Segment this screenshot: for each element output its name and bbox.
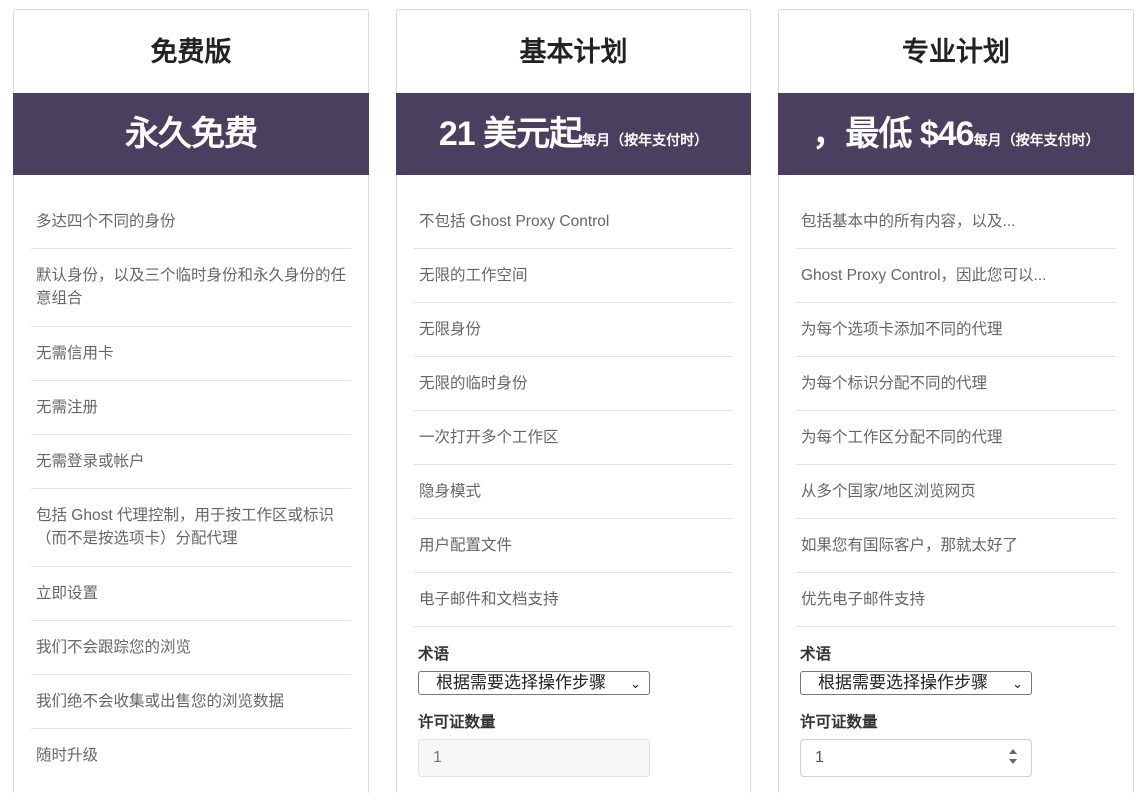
feature-item: 无需登录或帐户 bbox=[31, 435, 351, 489]
feature-item: 如果您有国际客户，那就太好了 bbox=[796, 519, 1116, 573]
term-select[interactable]: 根据需要选择操作步骤 ⌄ bbox=[800, 671, 1032, 695]
feature-list: 多达四个不同的身份 默认身份，以及三个临时身份和永久身份的任意组合 无需信用卡 … bbox=[14, 195, 368, 782]
feature-item: 隐身模式 bbox=[414, 465, 733, 519]
plan-card-free: 免费版 永久免费 多达四个不同的身份 默认身份，以及三个临时身份和永久身份的任意… bbox=[13, 9, 369, 793]
term-select-value: 根据需要选择操作步骤 bbox=[818, 673, 988, 692]
price-band: ，最低 $46每月（按年支付时） bbox=[778, 93, 1134, 175]
quantity-input[interactable]: 1 bbox=[418, 739, 650, 777]
term-field: 术语 根据需要选择操作步骤 ⌄ 许可证数量 1 bbox=[779, 645, 1133, 777]
quantity-label: 许可证数量 bbox=[418, 714, 496, 731]
price-main: 永久免费 bbox=[125, 115, 258, 153]
feature-item: 无限的工作空间 bbox=[414, 249, 733, 303]
feature-item: 无需信用卡 bbox=[31, 327, 351, 381]
feature-item: 为每个工作区分配不同的代理 bbox=[796, 411, 1116, 465]
plan-title: 基本计划 bbox=[519, 37, 628, 67]
feature-item: 我们绝不会收集或出售您的浏览数据 bbox=[31, 675, 351, 729]
term-select-value: 根据需要选择操作步骤 bbox=[436, 673, 606, 692]
price-period: 每月（按年支付时） bbox=[582, 132, 709, 148]
plan-title: 免费版 bbox=[150, 37, 232, 67]
feature-item: 从多个国家/地区浏览网页 bbox=[796, 465, 1116, 519]
pricing-plans: 免费版 永久免费 多达四个不同的身份 默认身份，以及三个临时身份和永久身份的任意… bbox=[0, 0, 1142, 793]
term-field: 术语 根据需要选择操作步骤 ⌄ 许可证数量 1 bbox=[397, 645, 750, 777]
quantity-input[interactable]: 1 bbox=[800, 739, 1032, 777]
quantity-stepper[interactable] bbox=[1009, 749, 1019, 769]
feature-list: 不包括 Ghost Proxy Control 无限的工作空间 无限身份 无限的… bbox=[397, 195, 750, 627]
feature-item: 多达四个不同的身份 bbox=[31, 195, 351, 249]
quantity-value: 1 bbox=[433, 749, 442, 766]
stepper-up-icon[interactable] bbox=[1009, 749, 1017, 754]
feature-item: 我们不会跟踪您的浏览 bbox=[31, 621, 351, 675]
feature-item: 用户配置文件 bbox=[414, 519, 733, 573]
feature-item: 一次打开多个工作区 bbox=[414, 411, 733, 465]
feature-item: 为每个选项卡添加不同的代理 bbox=[796, 303, 1116, 357]
feature-item: 为每个标识分配不同的代理 bbox=[796, 357, 1116, 411]
feature-list: 包括基本中的所有内容，以及... Ghost Proxy Control，因此您… bbox=[779, 195, 1133, 627]
feature-item: 无限身份 bbox=[414, 303, 733, 357]
plan-card-pro: 专业计划 ，最低 $46每月（按年支付时） 包括基本中的所有内容，以及... G… bbox=[778, 9, 1134, 793]
quantity-value: 1 bbox=[815, 749, 824, 766]
price-main: ，最低 $46 bbox=[812, 115, 974, 153]
stepper-down-icon[interactable] bbox=[1009, 759, 1017, 764]
feature-item: 无需注册 bbox=[31, 381, 351, 435]
feature-item: 不包括 Ghost Proxy Control bbox=[414, 195, 733, 249]
feature-item: 优先电子邮件支持 bbox=[796, 573, 1116, 627]
price-period: 每月（按年支付时） bbox=[973, 132, 1100, 148]
feature-item: 包括基本中的所有内容，以及... bbox=[796, 195, 1116, 249]
chevron-down-icon: ⌄ bbox=[1012, 676, 1023, 691]
term-label: 术语 bbox=[418, 646, 450, 663]
price-band: 21 美元起每月（按年支付时） bbox=[396, 93, 751, 175]
chevron-down-icon: ⌄ bbox=[630, 676, 641, 691]
plan-title: 专业计划 bbox=[902, 37, 1010, 67]
feature-item: 电子邮件和文档支持 bbox=[414, 573, 733, 627]
feature-item: 立即设置 bbox=[31, 567, 351, 621]
term-select[interactable]: 根据需要选择操作步骤 ⌄ bbox=[418, 671, 650, 695]
term-label: 术语 bbox=[800, 646, 832, 663]
feature-item: 无限的临时身份 bbox=[414, 357, 733, 411]
price-band: 永久免费 bbox=[13, 93, 369, 175]
feature-item: Ghost Proxy Control，因此您可以... bbox=[796, 249, 1116, 303]
price-main: 21 美元起 bbox=[438, 115, 583, 153]
feature-item: 随时升级 bbox=[36, 747, 99, 764]
feature-item: 默认身份，以及三个临时身份和永久身份的任意组合 bbox=[31, 249, 351, 327]
plan-card-basic: 基本计划 21 美元起每月（按年支付时） 不包括 Ghost Proxy Con… bbox=[396, 9, 751, 793]
feature-item: 包括 Ghost 代理控制，用于按工作区或标识（而不是按选项卡）分配代理 bbox=[31, 489, 351, 567]
quantity-label: 许可证数量 bbox=[800, 714, 878, 731]
